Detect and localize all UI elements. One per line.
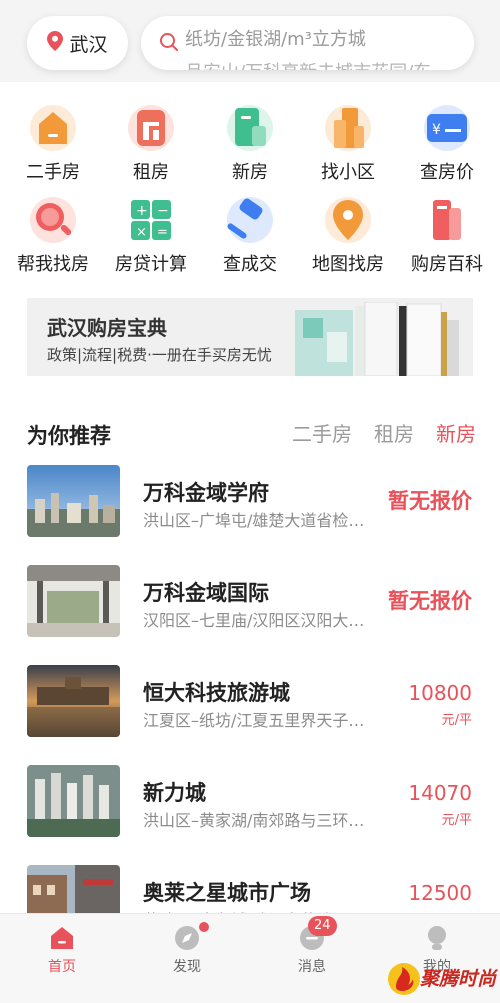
entry-new-house[interactable]: 新房 — [200, 104, 300, 184]
banner-title: 武汉购房宝典 — [47, 316, 167, 340]
city-name: 武汉 — [69, 33, 108, 56]
tab-messages[interactable]: 24 消息 — [272, 916, 352, 976]
property-price-na: 暂无报价 — [388, 589, 472, 613]
list-item[interactable]: 万科金域国际 汉阳区–七里庙/汉阳区汉阳大道与七里庙路交汇处 暂无报价 — [0, 563, 500, 663]
price-card-icon: ¥ — [423, 104, 471, 152]
rec-tab-rent[interactable]: 租房 — [374, 418, 414, 447]
new-building-icon — [226, 104, 274, 152]
property-address: 洪山区–广埠屯/雄楚大道省检察院东100米 — [143, 511, 373, 530]
entry-label: 找小区 — [321, 162, 375, 183]
entry-loan-calc[interactable]: + − × = 房贷计算 — [101, 196, 201, 276]
entry-help-find[interactable]: 帮我找房 — [3, 196, 103, 276]
rec-tab-new-house[interactable]: 新房 — [436, 418, 476, 447]
entry-second-hand[interactable]: 二手房 — [3, 104, 103, 184]
message-count-badge: 24 — [308, 916, 337, 936]
entry-label: 帮我找房 — [17, 254, 89, 275]
banner-subtitle: 政策|流程|税费·一册在手买房无忧 — [47, 346, 272, 364]
list-item[interactable]: 新力城 洪山区–黄家湖/南郊路与三环线交汇处 14070 元/平 — [0, 763, 500, 863]
chat-bubble-icon: 24 — [298, 916, 337, 952]
rent-icon — [127, 104, 175, 152]
property-price: 12500 — [408, 881, 472, 905]
entry-find-community[interactable]: 找小区 — [298, 104, 398, 184]
property-address: 洪山区–黄家湖/南郊路与三环线交汇处 — [143, 811, 373, 830]
list-item[interactable]: 万科金域学府 洪山区–广埠屯/雄楚大道省检察院东100米 暂无报价 — [0, 463, 500, 563]
property-price-na: 暂无报价 — [388, 489, 472, 513]
book-icon — [423, 196, 471, 244]
property-name: 奥莱之星城市广场 — [143, 881, 311, 905]
tab-label: 发现 — [173, 959, 201, 975]
property-name: 恒大科技旅游城 — [143, 681, 290, 705]
badge-dot — [199, 922, 209, 932]
banner-books-illustration — [295, 301, 473, 376]
property-thumbnail — [27, 465, 120, 537]
flame-logo-icon — [388, 963, 420, 995]
tab-label: 消息 — [298, 959, 326, 975]
location-pin-icon — [47, 30, 64, 56]
property-thumbnail — [27, 565, 120, 637]
entry-label: 租房 — [133, 162, 169, 183]
house-icon — [29, 104, 77, 152]
rec-tab-second-hand[interactable]: 二手房 — [292, 418, 352, 447]
entry-rent[interactable]: 租房 — [101, 104, 201, 184]
app-page: 武汉 纸坊/金银湖/m³立方城 且安山/万科高新未城市花园/东 — [0, 0, 500, 1003]
search-placeholder-next: 且安山/万科高新未城市花园/东 — [185, 60, 465, 70]
property-address: 江夏区–纸坊/江夏五里界天子山大道 — [143, 711, 373, 730]
entry-label: 地图找房 — [312, 254, 384, 275]
search-placeholder: 纸坊/金银湖/m³立方城 — [185, 29, 366, 50]
search-house-icon — [29, 196, 77, 244]
list-item[interactable]: 恒大科技旅游城 江夏区–纸坊/江夏五里界天子山大道 10800 元/平 — [0, 663, 500, 763]
top-header: 武汉 纸坊/金银湖/m³立方城 且安山/万科高新未城市花园/东 — [0, 0, 500, 82]
search-bar[interactable]: 纸坊/金银湖/m³立方城 且安山/万科高新未城市花园/东 — [141, 16, 474, 70]
entry-encyclopedia[interactable]: 购房百科 — [397, 196, 497, 276]
entry-label: 购房百科 — [411, 254, 483, 275]
calculator-icon: + − × = — [127, 196, 175, 244]
entry-label: 房贷计算 — [115, 254, 187, 275]
property-name: 万科金域学府 — [143, 481, 269, 505]
user-icon — [423, 924, 451, 952]
home-icon — [48, 924, 76, 952]
property-name: 万科金域国际 — [143, 581, 269, 605]
search-icon — [159, 32, 179, 56]
entry-map-search[interactable]: 地图找房 — [298, 196, 398, 276]
compass-icon — [173, 922, 209, 952]
recommend-tabs: 二手房 租房 新房 — [292, 418, 476, 447]
entry-label: 查成交 — [223, 254, 277, 275]
community-icon — [324, 104, 372, 152]
price-unit: 元/平 — [441, 713, 472, 728]
property-price: 14070 — [408, 781, 472, 805]
tab-home[interactable]: 首页 — [22, 924, 102, 976]
svg-text:=: = — [157, 225, 168, 240]
map-pin-icon — [324, 196, 372, 244]
property-name: 新力城 — [143, 781, 206, 805]
svg-text:¥: ¥ — [432, 122, 441, 138]
gavel-icon — [226, 196, 274, 244]
tab-label: 首页 — [48, 959, 76, 975]
entry-deals[interactable]: 查成交 — [200, 196, 300, 276]
property-thumbnail — [27, 665, 120, 737]
property-address: 汉阳区–七里庙/汉阳区汉阳大道与七里庙路交汇处 — [143, 611, 373, 630]
city-selector[interactable]: 武汉 — [27, 16, 128, 70]
watermark-logo: 聚腾时尚 — [386, 955, 496, 1001]
entry-house-price[interactable]: ¥ 查房价 — [397, 104, 497, 184]
entry-label: 新房 — [232, 162, 268, 183]
svg-text:+: + — [136, 203, 148, 219]
property-thumbnail — [27, 765, 120, 837]
price-unit: 元/平 — [441, 813, 472, 828]
watermark-text: 聚腾时尚 — [420, 968, 497, 990]
svg-text:−: − — [157, 203, 169, 219]
entry-label: 查房价 — [420, 162, 474, 183]
recommend-title: 为你推荐 — [27, 424, 111, 448]
property-price: 10800 — [408, 681, 472, 705]
tab-discover[interactable]: 发现 — [147, 922, 227, 976]
guide-banner[interactable]: 武汉购房宝典 政策|流程|税费·一册在手买房无忧 — [27, 298, 473, 376]
entry-label: 二手房 — [26, 162, 80, 183]
svg-text:×: × — [136, 225, 147, 240]
